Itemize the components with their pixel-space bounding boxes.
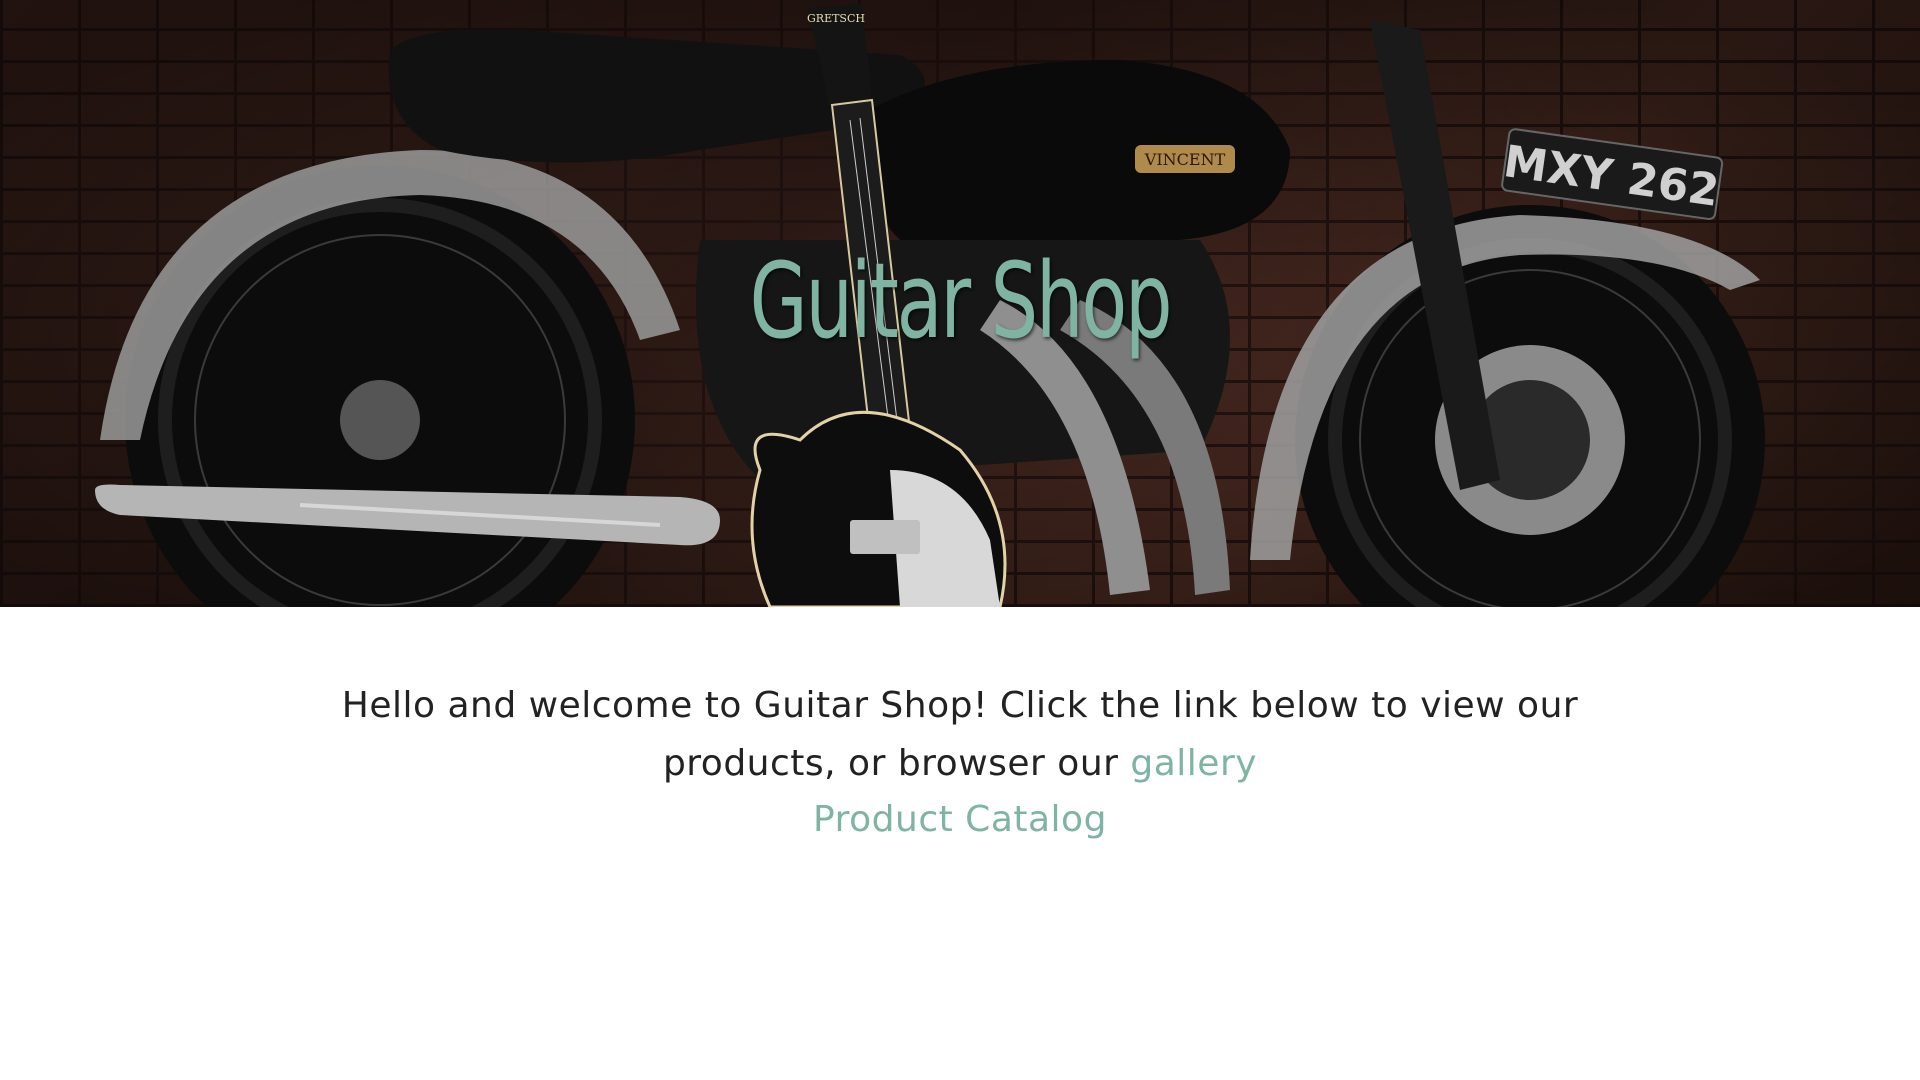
- page-title: Guitar Shop: [749, 240, 1173, 362]
- main-content: Hello and welcome to Guitar Shop! Click …: [0, 607, 1920, 840]
- product-catalog-link[interactable]: Product Catalog: [813, 799, 1107, 840]
- welcome-text-body: Hello and welcome to Guitar Shop! Click …: [341, 685, 1579, 784]
- headstock-text: GRETSCH: [807, 12, 865, 25]
- tank-badge-text: VINCENT: [1144, 150, 1226, 169]
- welcome-text: Hello and welcome to Guitar Shop! Click …: [310, 677, 1610, 793]
- hero-banner: VINCENT MXY 262 GRETSCH Guitar Shop: [0, 0, 1920, 607]
- gallery-link[interactable]: gallery: [1130, 743, 1257, 784]
